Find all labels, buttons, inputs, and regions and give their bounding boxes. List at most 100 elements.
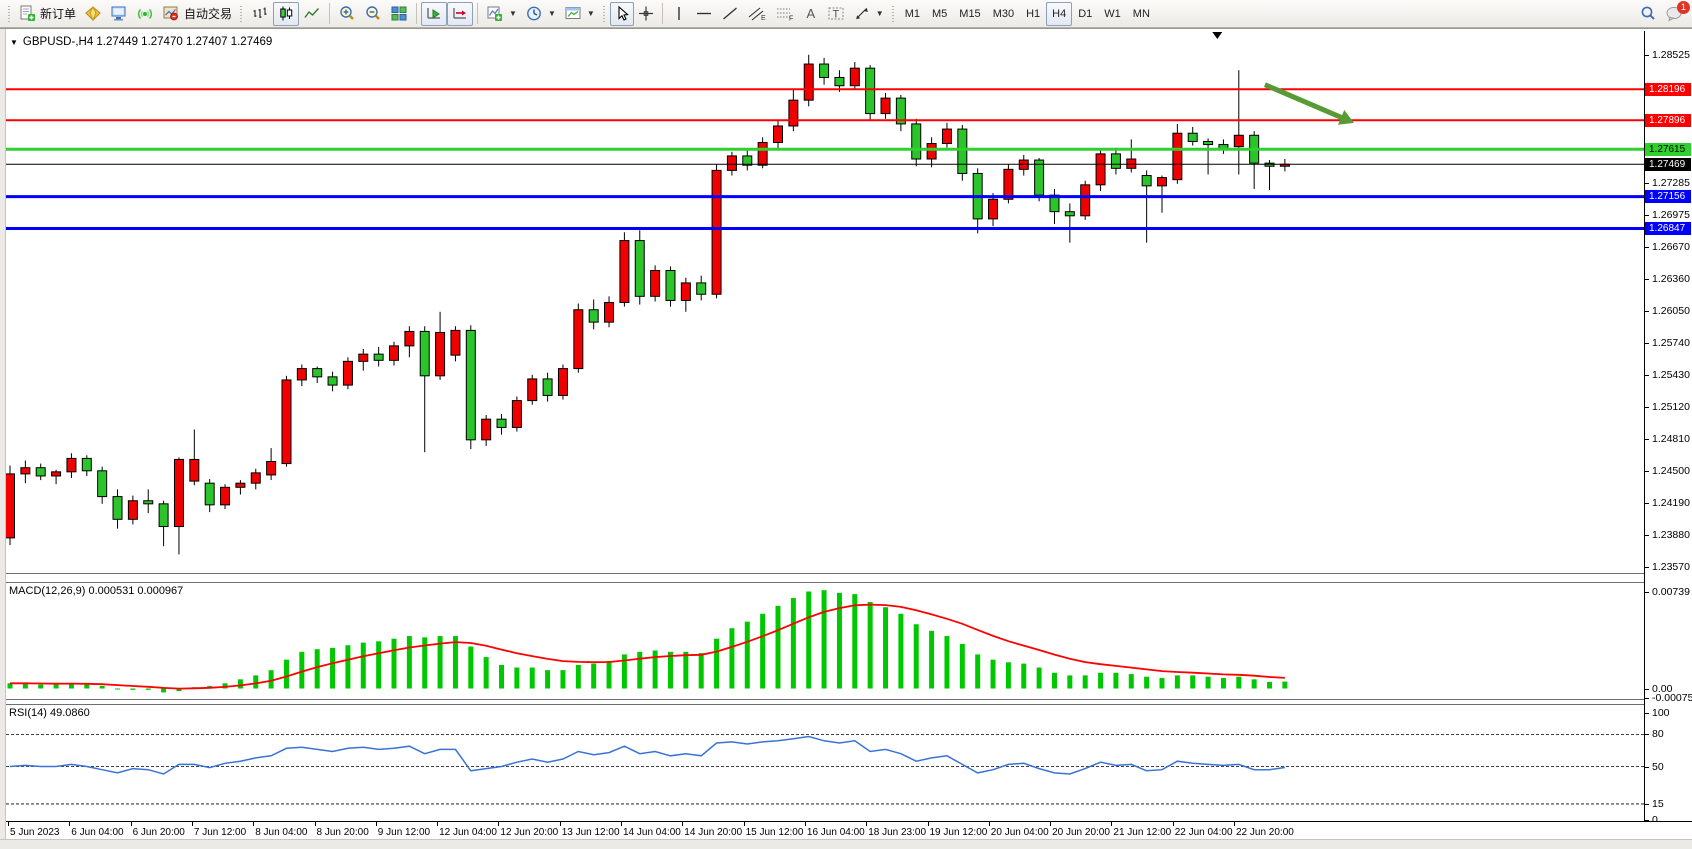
timeframe-button-h1[interactable]: H1 [1020,2,1046,26]
macd-tick-label: 0.00739 [1652,586,1690,598]
macd-histogram-bar [607,661,612,689]
cursor-button[interactable] [610,2,634,26]
time-tick [1173,822,1174,826]
templates-button[interactable]: ▼ [560,2,599,26]
time-axis[interactable]: 5 Jun 20236 Jun 04:006 Jun 20:007 Jun 12… [6,821,1692,840]
timeframe-button-mn[interactable]: MN [1127,2,1156,26]
candle [697,276,706,301]
candle [1142,170,1151,242]
time-tick [498,822,499,826]
zoom-out-button[interactable] [360,2,386,26]
chart-shift-button[interactable] [447,2,473,26]
hline-price-label: 1.27896 [1645,114,1691,127]
channel-button[interactable]: E [743,2,771,26]
vertical-line-button[interactable] [667,2,691,26]
arrow-annotation[interactable] [1265,85,1354,125]
candle [1280,159,1289,171]
candle [666,266,675,306]
equidistant-channel-icon: E [747,5,767,22]
search-button[interactable] [1635,2,1661,26]
macd-histogram-bar [330,648,335,689]
macd-histogram-bar [1282,682,1287,689]
price-tick-label: 1.25430 [1652,369,1690,381]
terminal-icon [110,5,128,22]
macd-histogram-bar [499,665,504,689]
price-tick [1645,567,1649,568]
crosshair-button[interactable] [634,2,658,26]
macd-tick-label: 0.00 [1652,683,1672,695]
bar-chart-icon [251,5,269,22]
candle [236,480,245,494]
quotes-window-button[interactable] [80,2,106,26]
chart-candles-button[interactable] [273,2,299,26]
candle [651,265,660,301]
indicators-button[interactable]: ▼ [482,2,521,26]
time-tick [253,822,254,826]
text-label-button[interactable]: T [823,2,849,26]
time-tick [1050,822,1051,826]
candle [1065,203,1074,242]
macd-histogram-bar [944,636,949,688]
trendline-button[interactable] [717,2,743,26]
time-tick-label: 20 Jun 20:00 [1052,827,1110,838]
text-button[interactable]: A [799,2,823,26]
candle [205,479,214,512]
trendline-icon [721,5,739,22]
price-pane[interactable] [6,31,1644,573]
candle [98,467,107,504]
timeframe-button-h4[interactable]: H4 [1046,2,1072,26]
new-order-button[interactable]: 新订单 [15,2,80,26]
rsi-pane[interactable] [6,703,1644,821]
tile-windows-button[interactable] [386,2,412,26]
periods-button[interactable]: ▼ [521,2,560,26]
chart-bars-button[interactable] [247,2,273,26]
chat-button[interactable]: 1 [1661,2,1688,26]
chart-window: ▼ GBPUSD-,H4 1.27449 1.27470 1.27407 1.2… [0,28,1692,849]
price-tick-label: 1.23570 [1652,561,1690,573]
candle [451,326,460,361]
price-tick [1645,471,1649,472]
time-tick-label: 21 Jun 12:00 [1113,827,1171,838]
tile-windows-icon [390,5,408,22]
terminal-button[interactable] [106,2,132,26]
macd-histogram-bar [1113,673,1118,689]
autotrade-button[interactable]: 自动交易 [158,2,236,26]
timeframe-button-d1[interactable]: D1 [1072,2,1098,26]
zoom-in-button[interactable] [334,2,360,26]
time-tick [192,822,193,826]
symbol-ohlc-line[interactable]: ▼ GBPUSD-,H4 1.27449 1.27470 1.27407 1.2… [10,36,272,48]
arrows-button[interactable]: ▼ [849,2,888,26]
time-tick [315,822,316,826]
timeframe-button-m1[interactable]: M1 [899,2,926,26]
candle [958,125,967,181]
candle [1096,150,1105,191]
chart-line-button[interactable] [299,2,325,26]
macd-histogram-bar [238,679,243,688]
timeframe-button-w1[interactable]: W1 [1098,2,1127,26]
candle [328,372,337,392]
timeframe-button-m30[interactable]: M30 [987,2,1020,26]
timeframe-button-m5[interactable]: M5 [926,2,953,26]
rsi-tick-label: 100 [1652,707,1670,719]
macd-histogram-bar [514,668,519,689]
toolbar-grip [602,4,607,24]
auto-scroll-button[interactable] [421,2,447,26]
macd-histogram-bar [1206,677,1211,689]
macd-histogram-bar [898,614,903,689]
macd-pane[interactable] [6,581,1644,699]
macd-histogram-bar [84,685,89,689]
horizontal-line-button[interactable] [691,2,717,26]
hline-price-label: 1.27615 [1645,143,1691,156]
candle [1019,155,1028,176]
signals-button[interactable] [132,2,158,26]
candle [1111,148,1120,175]
macd-signal-line [10,605,1285,689]
text-icon: A [803,5,819,22]
macd-histogram-bar [883,607,888,688]
candle [405,326,414,357]
macd-histogram-bar [376,641,381,688]
fibonacci-button[interactable]: F [771,2,799,26]
time-tick-label: 22 Jun 20:00 [1236,827,1294,838]
macd-histogram-bar [484,657,489,688]
timeframe-button-m15[interactable]: M15 [953,2,986,26]
